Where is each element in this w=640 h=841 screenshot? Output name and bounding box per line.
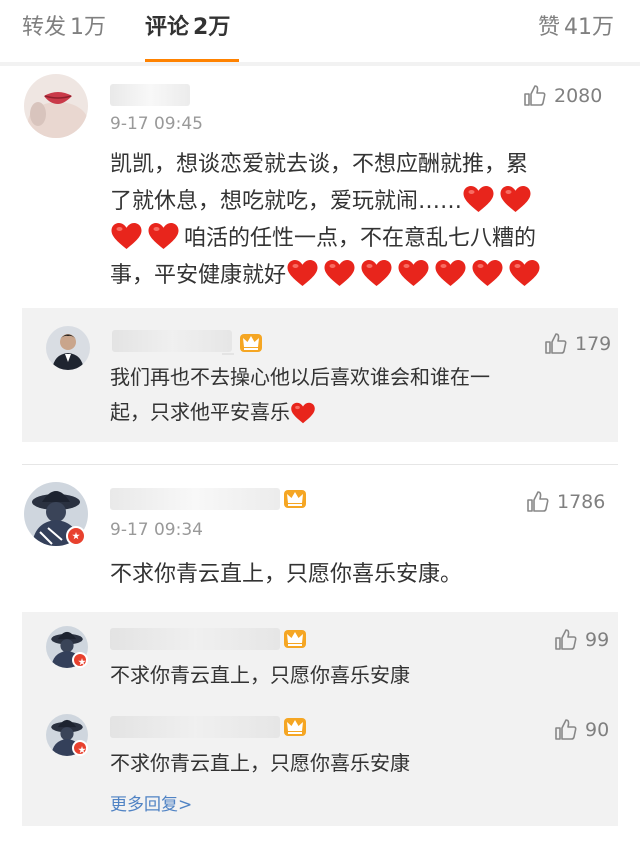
like-button[interactable]: 90 <box>554 716 609 744</box>
reply-line: 我们再也不去操心他以后喜欢谁会和谁在一 <box>110 360 590 395</box>
like-count: 99 <box>585 629 610 651</box>
comment-text-segment: 事，平安健康就好 <box>110 263 287 288</box>
username-redacted[interactable] <box>110 84 190 106</box>
comment-text-segment: 凯凯，想谈恋爱就去谈，不想应酬就推，累 <box>110 152 529 177</box>
reply-text: 我们再也不去操心他以后喜欢谁会和谁在一 起，只求他平安喜乐 <box>110 360 590 430</box>
red-heart-emoji <box>499 185 532 213</box>
tab-likes[interactable]: 赞 41万 <box>538 13 614 43</box>
section-divider <box>0 62 640 66</box>
comment-line: 事，平安健康就好 <box>110 257 610 294</box>
reply-text-line: 起，只求他平安喜乐 <box>110 400 290 424</box>
tab-comments-label: 评论 <box>145 15 190 40</box>
tab-comments[interactable]: 评论 2万 <box>145 13 230 43</box>
comment-text: 不求你青云直上，只愿你喜乐安康。 <box>110 562 463 587</box>
thumbs-up-icon <box>555 629 577 650</box>
replier-avatar[interactable] <box>46 326 90 370</box>
more-replies-link[interactable]: 更多回复> <box>110 790 192 815</box>
comment-line: 了就休息，想吃就吃，爱玩就闹…… <box>110 183 610 220</box>
reply-line: 起，只求他平安喜乐 <box>110 395 590 430</box>
like-count: 90 <box>585 719 610 741</box>
comment-timestamp: 9-17 09:34 <box>110 520 203 540</box>
red-heart-emoji <box>286 259 319 287</box>
red-heart-emoji <box>434 259 467 287</box>
like-button[interactable]: 2080 <box>523 82 602 110</box>
reply-thread: 99 不求你青云直上，只愿你喜乐安康 90 不求你青云直上，只愿你喜乐安康 更多… <box>22 612 618 826</box>
tab-repost[interactable]: 转发 1万 <box>22 13 106 43</box>
crown-badge-icon <box>238 330 264 354</box>
red-heart-emoji <box>110 222 143 250</box>
tab-repost-count: 1万 <box>70 15 107 40</box>
verified-badge-icon <box>66 526 86 546</box>
red-heart-emoji <box>360 259 393 287</box>
username-underline <box>222 353 234 355</box>
username-redacted[interactable] <box>110 488 280 510</box>
like-button[interactable]: 1786 <box>526 488 605 516</box>
like-button[interactable]: 99 <box>554 626 609 654</box>
crown-badge-icon <box>282 486 308 510</box>
thumbs-up-icon <box>524 85 546 106</box>
crown-badge-icon <box>282 626 308 650</box>
verified-badge-icon <box>72 740 88 756</box>
verified-badge-icon <box>72 652 88 668</box>
thumbs-up-icon <box>555 719 577 740</box>
username-redacted[interactable] <box>110 716 280 738</box>
comment-text-segment: 了就休息，想吃就吃，爱玩就闹…… <box>110 189 463 214</box>
like-button[interactable]: 179 <box>544 330 611 358</box>
red-heart-emoji <box>290 402 316 424</box>
comment-text-segment: 咱活的任性一点，不在意乱七八糟的 <box>184 226 537 251</box>
comment-divider <box>22 464 618 465</box>
like-count: 1786 <box>557 491 606 513</box>
comment-timestamp: 9-17 09:45 <box>110 114 203 134</box>
commenter-avatar[interactable] <box>24 74 88 138</box>
red-heart-emoji <box>397 259 430 287</box>
like-count: 2080 <box>554 85 603 107</box>
comment-line: 咱活的任性一点，不在意乱七八糟的 <box>110 220 610 257</box>
tab-likes-count: 41万 <box>564 15 615 40</box>
comment-line: 凯凯，想谈恋爱就去谈，不想应酬就推，累 <box>110 146 610 183</box>
tab-comments-count: 2万 <box>193 15 231 40</box>
red-heart-emoji <box>462 185 495 213</box>
reply-thread: 179 我们再也不去操心他以后喜欢谁会和谁在一 起，只求他平安喜乐 <box>22 308 618 442</box>
reply-text-line: 我们再也不去操心他以后喜欢谁会和谁在一 <box>110 365 490 389</box>
like-count: 179 <box>575 333 612 355</box>
username-redacted[interactable] <box>112 330 232 352</box>
tab-likes-label: 赞 <box>538 15 561 40</box>
red-heart-emoji <box>508 259 541 287</box>
reply-text: 不求你青云直上，只愿你喜乐安康 <box>110 751 410 775</box>
tab-repost-label: 转发 <box>22 15 67 40</box>
red-heart-emoji <box>471 259 504 287</box>
thumbs-up-icon <box>527 491 549 512</box>
thumbs-up-icon <box>545 333 567 354</box>
reply-text: 不求你青云直上，只愿你喜乐安康 <box>110 663 410 687</box>
comment-tabs: 转发 1万 评论 2万 赞 41万 <box>0 0 640 63</box>
comment-text: 凯凯，想谈恋爱就去谈，不想应酬就推，累 了就休息，想吃就吃，爱玩就闹…… 咱活的… <box>110 146 610 294</box>
red-heart-emoji <box>147 222 180 250</box>
crown-badge-icon <box>282 714 308 738</box>
username-redacted[interactable] <box>110 628 280 650</box>
red-heart-emoji <box>323 259 356 287</box>
